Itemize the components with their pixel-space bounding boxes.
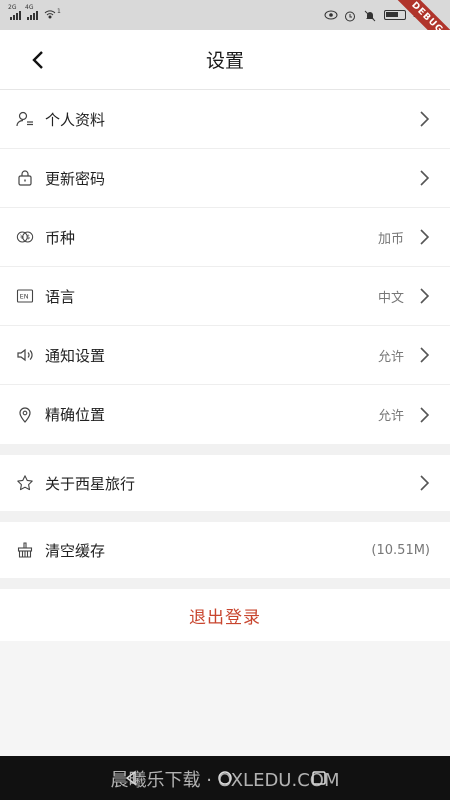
star-icon <box>16 474 34 492</box>
section-divider <box>0 578 450 589</box>
mute-bell-icon <box>364 10 377 22</box>
back-button[interactable] <box>24 46 52 74</box>
signal-4g-icon: 4G <box>25 4 38 20</box>
section-divider <box>0 511 450 522</box>
chevron-right-icon <box>420 347 430 363</box>
chevron-right-icon <box>420 288 430 304</box>
settings-row-notification[interactable]: 通知设置 允许 <box>0 326 450 385</box>
settings-row-location[interactable]: 精确位置 允许 <box>0 385 450 444</box>
battery-icon <box>383 10 406 20</box>
nav-home-icon[interactable] <box>217 770 233 786</box>
row-label: 清空缓存 <box>45 541 106 560</box>
nav-recent-icon[interactable] <box>311 770 327 786</box>
settings-row-language[interactable]: EN 语言 中文 <box>0 267 450 326</box>
location-pin-icon <box>16 406 34 424</box>
row-label: 精确位置 <box>45 406 106 424</box>
settings-row-about[interactable]: 关于西星旅行 <box>0 455 450 511</box>
settings-group-about: 关于西星旅行 <box>0 455 450 511</box>
chevron-right-icon <box>420 170 430 186</box>
page-title: 设置 <box>205 50 244 72</box>
chevron-right-icon <box>420 475 430 491</box>
nav-back-icon[interactable] <box>123 770 139 786</box>
currency-icon: ¥ $ <box>16 228 34 246</box>
language-en-icon: EN <box>16 287 34 305</box>
section-divider <box>0 444 450 455</box>
broom-icon <box>16 541 34 559</box>
row-value: 加币 <box>377 231 404 247</box>
status-bar: 2G 4G 1 19 DEBUG <box>0 0 450 56</box>
chevron-right-icon <box>420 406 430 423</box>
app-header: 设置 <box>0 30 450 90</box>
eye-icon <box>324 10 338 20</box>
svg-text:$: $ <box>26 234 30 241</box>
row-label: 语言 <box>45 287 76 306</box>
speaker-icon <box>16 346 34 364</box>
row-value: 中文 <box>377 290 404 306</box>
logout-label: 退出登录 <box>189 607 261 628</box>
row-label: 通知设置 <box>45 346 106 365</box>
svg-text:EN: EN <box>20 293 29 301</box>
chevron-right-icon <box>420 111 430 127</box>
hotspot-count: 1 <box>57 7 61 15</box>
settings-row-clear-cache[interactable]: 清空缓存 (10.51M) <box>0 522 450 578</box>
settings-row-profile[interactable]: 个人资料 <box>0 90 450 149</box>
chevron-left-icon <box>32 51 43 69</box>
settings-row-currency[interactable]: ¥ $ 币种 加币 <box>0 208 450 267</box>
row-value: 允许 <box>377 409 404 424</box>
cache-size: (10.51M) <box>371 542 430 558</box>
system-nav-bar <box>0 756 450 800</box>
lock-icon <box>16 169 34 187</box>
row-label: 关于西星旅行 <box>45 474 136 493</box>
logout-button[interactable]: 退出登录 <box>0 589 450 641</box>
row-value: 允许 <box>377 349 404 365</box>
alarm-icon <box>344 10 357 22</box>
row-label: 更新密码 <box>45 169 106 188</box>
svg-text:¥: ¥ <box>20 234 24 241</box>
settings-group-cache: 清空缓存 (10.51M) <box>0 522 450 578</box>
row-label: 币种 <box>45 228 76 247</box>
hotspot-icon <box>44 10 57 20</box>
settings-group-main: 个人资料 更新密码 ¥ $ 币种 加币 EN 语言 中文 通知设置 允许 精确位… <box>0 90 450 444</box>
settings-row-password[interactable]: 更新密码 <box>0 149 450 208</box>
chevron-right-icon <box>420 229 430 245</box>
row-label: 个人资料 <box>45 110 106 129</box>
signal-2g-icon: 2G <box>8 4 21 20</box>
user-list-icon <box>16 110 34 128</box>
